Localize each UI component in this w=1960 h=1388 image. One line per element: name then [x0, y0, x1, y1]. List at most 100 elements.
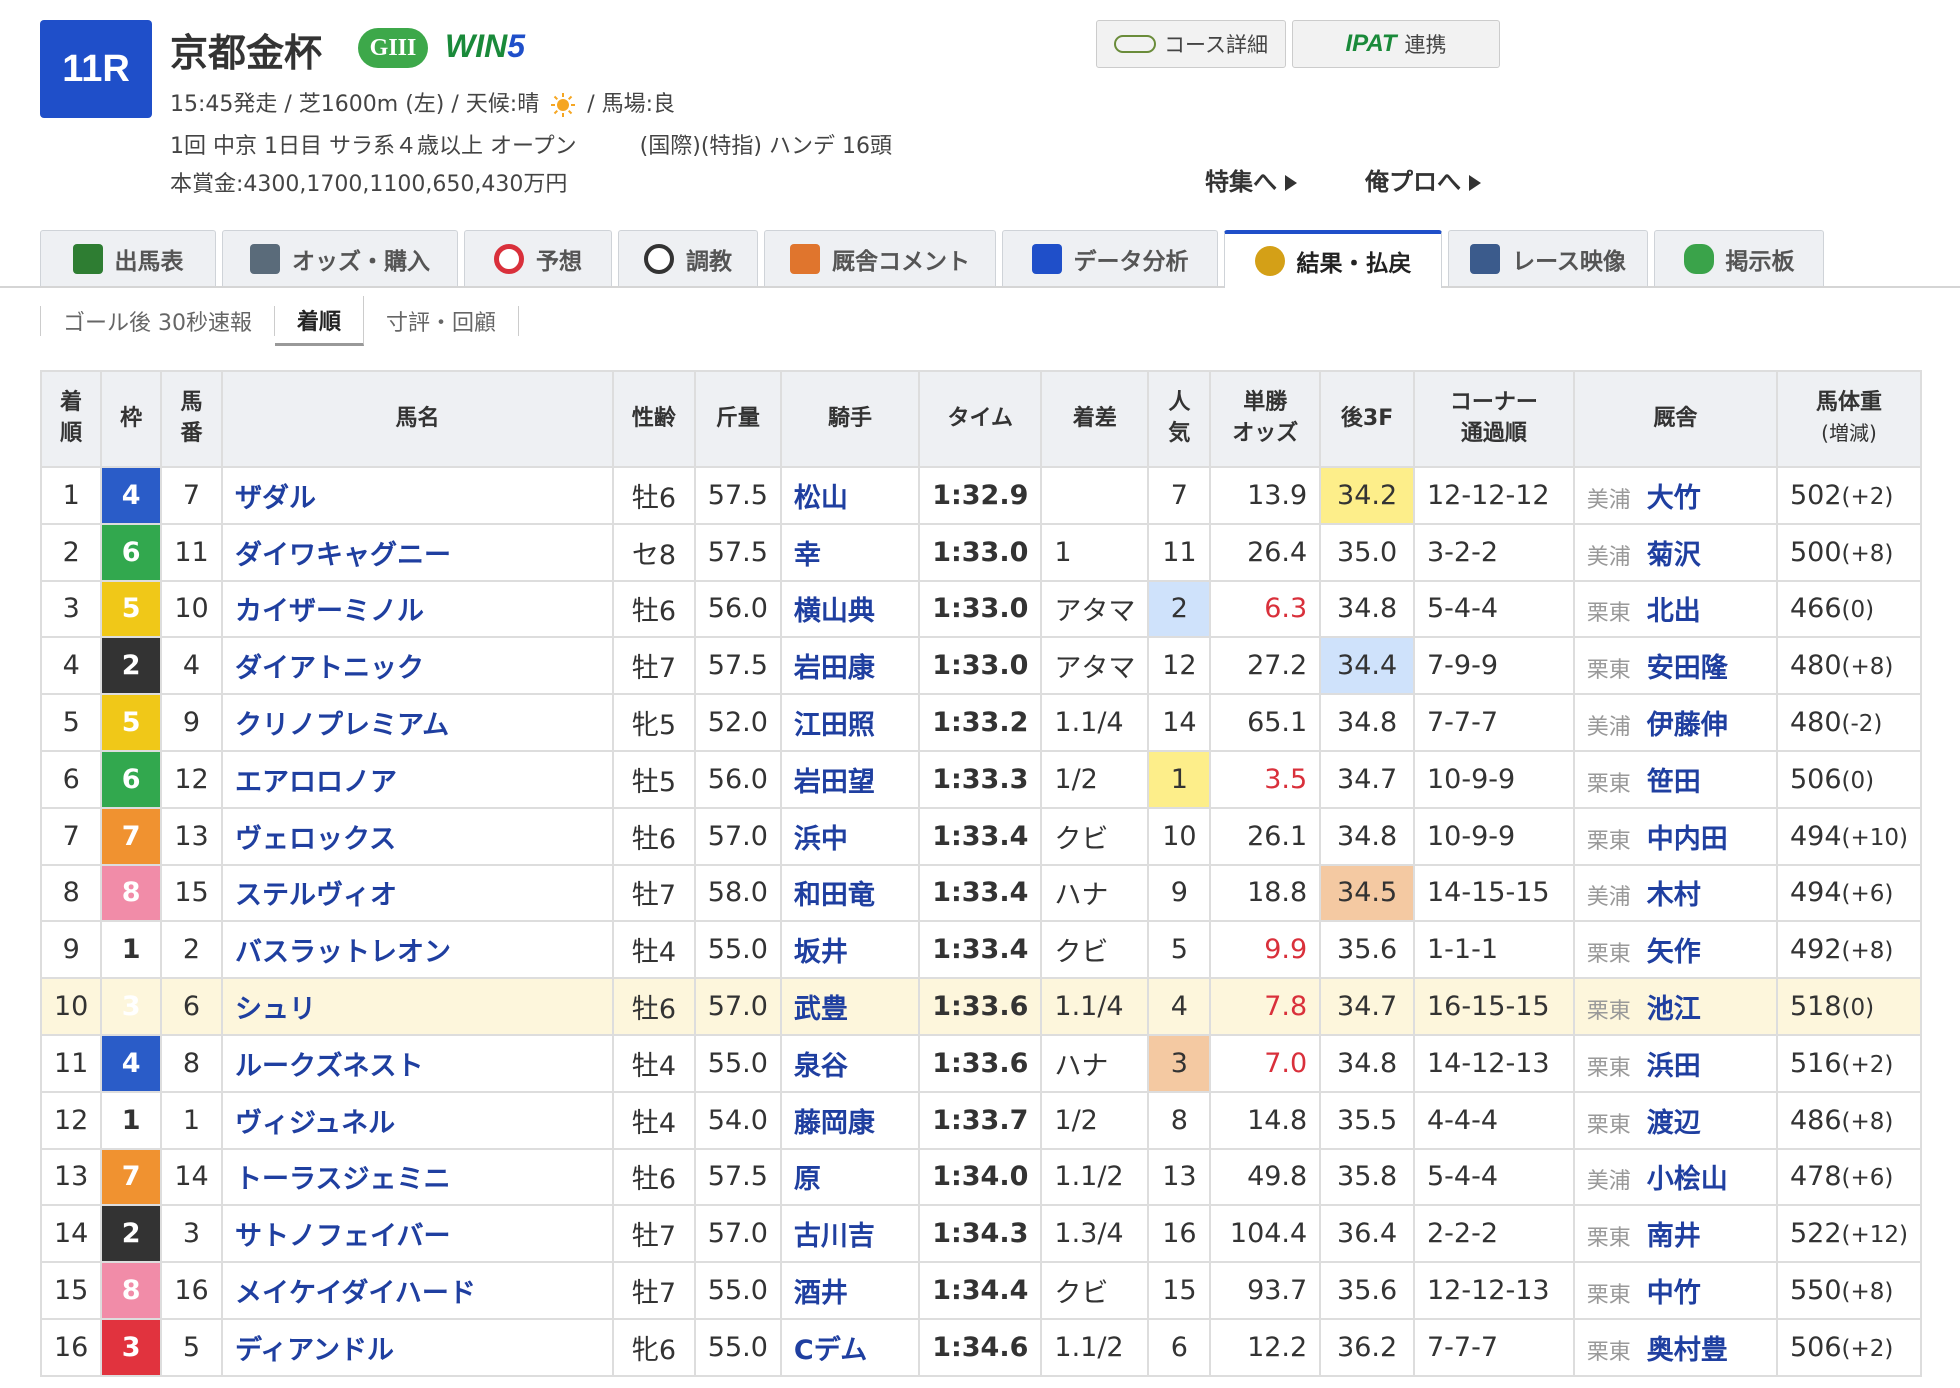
tab-5[interactable]: データ分析	[1002, 230, 1218, 286]
trainer-link[interactable]: 渡辺	[1647, 1108, 1701, 1139]
tab-7[interactable]: レース映像	[1448, 230, 1648, 286]
horse-name-link[interactable]: ヴェロックス	[235, 824, 396, 855]
horse-name-link[interactable]: エアロロノア	[235, 767, 397, 798]
corner-cell: 2-2-2	[1413, 1204, 1575, 1264]
corner-cell: 7-7-7	[1413, 693, 1575, 752]
trainer-link[interactable]: 伊藤伸	[1647, 710, 1728, 741]
horse-name-link[interactable]: ルークズネスト	[235, 1051, 423, 1082]
tab-3[interactable]: 調教	[618, 230, 758, 286]
trainer-link[interactable]: 大竹	[1647, 483, 1701, 514]
margin-cell: 1.1/2	[1040, 1317, 1150, 1377]
grade-badge: GIII	[358, 28, 428, 68]
trainer-link[interactable]: 浜田	[1647, 1051, 1701, 1082]
time-cell: 1:34.0	[918, 1147, 1043, 1207]
orepro-link[interactable]: 俺プロへ	[1365, 162, 1481, 197]
subtab-2[interactable]: 寸評・回顧	[364, 306, 520, 336]
tab-0[interactable]: 出馬表	[40, 230, 216, 286]
margin-cell: 1.3/4	[1040, 1204, 1150, 1264]
trainer-link[interactable]: 菊沢	[1647, 540, 1701, 571]
course-detail-button[interactable]: コース詳細	[1096, 20, 1286, 68]
result-table: 着順 枠 馬番 馬名 性齢 斤量 騎手 タイム 着差 人気 単勝 オッズ 後3F …	[39, 370, 1923, 1377]
horse-name-link[interactable]: ステルヴィオ	[235, 880, 397, 911]
trainer-link[interactable]: 北出	[1647, 596, 1701, 627]
table-header-row: 着順 枠 馬番 馬名 性齢 斤量 騎手 タイム 着差 人気 単勝 オッズ 後3F …	[39, 370, 1923, 468]
last3f-cell: 35.8	[1319, 1147, 1415, 1207]
col-bodyweight-line1: 馬体重	[1815, 390, 1882, 416]
horse-name-link[interactable]: ヴィジュネル	[235, 1108, 395, 1139]
horse-name-link[interactable]: シュリ	[235, 994, 316, 1025]
trainer-link[interactable]: 池江	[1647, 994, 1701, 1025]
tab-4[interactable]: 厩舎コメント	[764, 230, 996, 286]
jockey-link[interactable]: 岩田康	[794, 653, 875, 684]
jockey-link[interactable]: 岩田望	[794, 767, 875, 798]
rank-cell: 13	[39, 1147, 103, 1207]
jockey-link[interactable]: 藤岡康	[794, 1108, 875, 1139]
ipat-link-button[interactable]: IPAT 連携	[1292, 20, 1500, 68]
waku-cell: 5	[100, 579, 162, 639]
jockey-link[interactable]: 浜中	[794, 824, 848, 855]
jockey-link[interactable]: 酒井	[794, 1278, 848, 1309]
jockey-link[interactable]: 武豊	[794, 994, 848, 1025]
trainer-cell: 栗東 浜田	[1572, 1033, 1778, 1093]
trainer-link[interactable]: 木村	[1647, 880, 1701, 911]
jockey-link[interactable]: 和田竜	[794, 880, 875, 911]
jockey-link[interactable]: 古川吉	[794, 1221, 875, 1252]
subtab-0[interactable]: ゴール後 30秒速報	[40, 306, 275, 336]
odds-cell: 18.8	[1209, 863, 1322, 923]
jockey-link[interactable]: 坂井	[794, 937, 848, 968]
horse-name-link[interactable]: クリノプレミアム	[235, 710, 449, 741]
tab-8[interactable]: 掲示板	[1654, 230, 1824, 286]
trainer-link[interactable]: 笹田	[1647, 767, 1701, 798]
table-row: 11 4 8 ルークズネスト 牡4 55.0 泉谷 1:33.6 ハナ 3 7.0 34.8 14-12…	[39, 1033, 1923, 1093]
horse-name-link[interactable]: トーラスジェミニ	[235, 1164, 450, 1195]
tab-1[interactable]: オッズ・購入	[222, 230, 458, 286]
trainer-link[interactable]: 矢作	[1647, 937, 1701, 968]
horse-name-link[interactable]: ザダル	[235, 483, 316, 514]
col-rank: 着順	[39, 370, 103, 468]
horse-name-cell: ヴィジュネル	[220, 1090, 615, 1150]
subtab-1[interactable]: 着順	[275, 296, 365, 346]
trainer-link[interactable]: 小桧山	[1647, 1164, 1728, 1195]
jockey-link[interactable]: 原	[794, 1164, 821, 1195]
bodyweight-cell: 518(0)	[1775, 977, 1923, 1036]
horse-name-link[interactable]: メイケイダイハード	[235, 1278, 476, 1309]
horse-name-link[interactable]: ダイワキャグニー	[235, 540, 451, 571]
waku-cell: 1	[100, 1090, 162, 1150]
trainer-link[interactable]: 奥村豊	[1647, 1335, 1728, 1366]
tab-2[interactable]: 予想	[464, 230, 612, 286]
horse-name-cell: サトノフェイバー	[220, 1204, 615, 1264]
race-class: 1回 中京 1日目 サラ系４歳以上 オープン (国際)(特指) ハンデ 16頭	[170, 128, 892, 160]
popularity-cell: 12	[1147, 636, 1212, 696]
horse-name-link[interactable]: ダイアトニック	[235, 653, 424, 684]
trainer-link[interactable]: 安田隆	[1647, 653, 1728, 684]
odds-cell: 12.2	[1209, 1317, 1322, 1377]
table-row: 16 3 5 ディアンドル 牝6 55.0 Cデム 1:34.6 1.1/2 6 12.2 36.2 7…	[39, 1317, 1923, 1377]
trainer-region: 栗東	[1586, 601, 1631, 627]
jockey-cell: 横山典	[779, 579, 921, 639]
jockey-link[interactable]: 江田照	[794, 710, 875, 741]
rank-cell: 9	[39, 920, 103, 980]
tab-6[interactable]: 結果・払戻	[1224, 230, 1442, 288]
bodyweight-diff: (+8)	[1841, 1279, 1894, 1306]
bodyweight-diff: (0)	[1841, 767, 1875, 794]
col-number-line2: 番	[180, 421, 203, 446]
rank-cell: 6	[39, 749, 103, 809]
trainer-link[interactable]: 中竹	[1647, 1278, 1701, 1309]
horse-number-cell: 16	[160, 1261, 223, 1320]
tab-label: データ分析	[1073, 248, 1189, 275]
jockey-link[interactable]: 横山典	[794, 596, 875, 627]
jockey-link[interactable]: 泉谷	[794, 1051, 848, 1082]
jockey-link[interactable]: Cデム	[794, 1335, 867, 1366]
jockey-link[interactable]: 松山	[794, 483, 848, 514]
trainer-link[interactable]: 南井	[1647, 1221, 1701, 1252]
horse-name-link[interactable]: カイザーミノル	[235, 596, 424, 627]
trainer-link[interactable]: 中内田	[1647, 824, 1728, 855]
horse-name-link[interactable]: サトノフェイバー	[235, 1221, 450, 1252]
horse-name-link[interactable]: ディアンドル	[235, 1335, 394, 1366]
jockey-link[interactable]: 幸	[794, 540, 821, 571]
feature-link[interactable]: 特集へ	[1205, 162, 1297, 197]
sex-age-cell: 牡6	[612, 1147, 696, 1207]
col-odds-line1: 単勝	[1243, 390, 1288, 416]
popularity-cell: 14	[1147, 693, 1212, 752]
horse-name-link[interactable]: バスラットレオン	[235, 937, 451, 968]
